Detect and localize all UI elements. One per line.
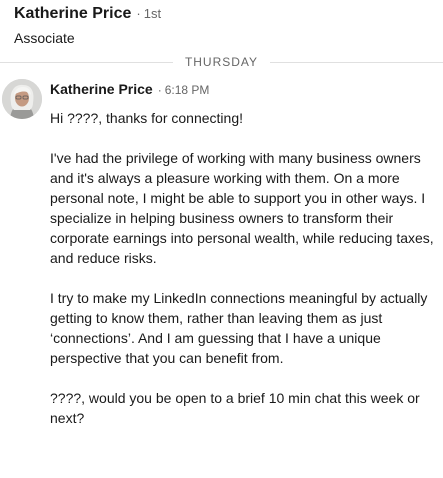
message-paragraph-greeting: Hi ????, thanks for connecting! bbox=[50, 110, 244, 126]
message-timestamp: 6:18 PM bbox=[164, 83, 210, 97]
day-divider: THURSDAY bbox=[0, 54, 443, 70]
conversation-header: Katherine Price · 1st Associate bbox=[14, 5, 443, 46]
divider-line-left bbox=[0, 61, 173, 63]
message-paragraph-ask: ????, would you be open to a brief 10 mi… bbox=[50, 390, 420, 426]
message-paragraph-intro: I've had the privilege of working with m… bbox=[50, 150, 434, 266]
profile-photo-icon bbox=[2, 79, 42, 119]
header-headline: Associate bbox=[14, 30, 75, 46]
message-meta: Katherine Price · 6:18 PM bbox=[50, 81, 209, 97]
message-separator: · bbox=[157, 83, 162, 97]
message-body: Hi ????, thanks for connecting! I've had… bbox=[50, 108, 440, 428]
day-divider-label: THURSDAY bbox=[184, 55, 259, 69]
header-separator: · bbox=[136, 6, 141, 21]
connection-degree: 1st bbox=[143, 6, 162, 21]
message-paragraph-connections: I try to make my LinkedIn connections me… bbox=[50, 290, 428, 366]
header-contact-name[interactable]: Katherine Price bbox=[14, 5, 131, 23]
message-sender-name[interactable]: Katherine Price bbox=[50, 81, 153, 97]
divider-line-right bbox=[270, 61, 443, 63]
header-top-row: Katherine Price · 1st bbox=[14, 5, 443, 23]
sender-avatar[interactable] bbox=[2, 79, 42, 119]
